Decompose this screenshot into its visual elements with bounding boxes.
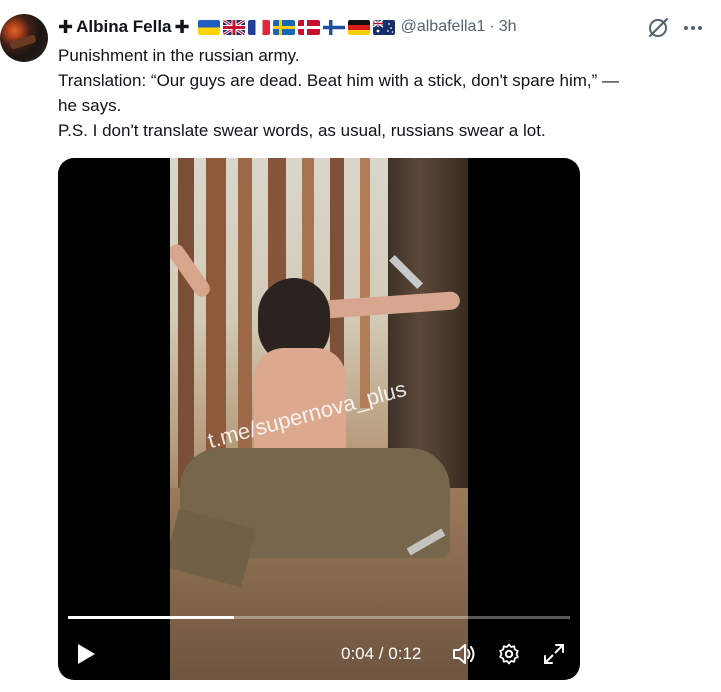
- author-handle[interactable]: @albafella1: [401, 18, 486, 36]
- tweet-text-line: Punishment in the russian army.: [58, 46, 300, 65]
- flag-emojis: [195, 19, 395, 35]
- flag-denmark-icon: [297, 19, 320, 35]
- more-icon[interactable]: [680, 15, 706, 41]
- video-player[interactable]: t.me/supernova_plus 0:04 / 0:12: [58, 158, 580, 680]
- avatar[interactable]: [0, 14, 48, 62]
- volume-icon[interactable]: [451, 642, 477, 666]
- tweet-text: Punishment in the russian army. Translat…: [58, 43, 708, 143]
- cross-symbol-right: ✚: [174, 16, 190, 37]
- gear-icon[interactable]: [497, 642, 521, 666]
- flag-australia-icon: [372, 19, 395, 35]
- video-time-display: 0:04 / 0:12: [341, 644, 422, 663]
- cross-symbol-left: ✚: [58, 16, 74, 37]
- tweet-header: ✚ Albina Fella ✚ @albafella1 · 3h: [58, 16, 516, 38]
- fullscreen-icon[interactable]: [542, 642, 566, 666]
- play-icon[interactable]: [74, 642, 98, 666]
- video-progress-bar[interactable]: [68, 616, 570, 619]
- tweet-text-line: he says.: [58, 96, 122, 115]
- flag-france-icon: [247, 19, 270, 35]
- video-progress-fill: [68, 616, 234, 619]
- tweet-text-line: Translation: “Our guys are dead. Beat hi…: [58, 71, 620, 90]
- flag-united-kingdom-icon: [222, 19, 245, 35]
- tweet-timestamp[interactable]: 3h: [499, 18, 517, 36]
- separator-dot: ·: [489, 18, 495, 35]
- flag-ukraine-icon: [197, 19, 220, 35]
- flag-germany-icon: [347, 19, 370, 35]
- grok-icon[interactable]: [645, 15, 671, 41]
- author-name[interactable]: Albina Fella: [76, 17, 171, 37]
- tweet-text-line: P.S. I don't translate swear words, as u…: [58, 121, 546, 140]
- flag-finland-icon: [322, 19, 345, 35]
- flag-sweden-icon: [272, 19, 295, 35]
